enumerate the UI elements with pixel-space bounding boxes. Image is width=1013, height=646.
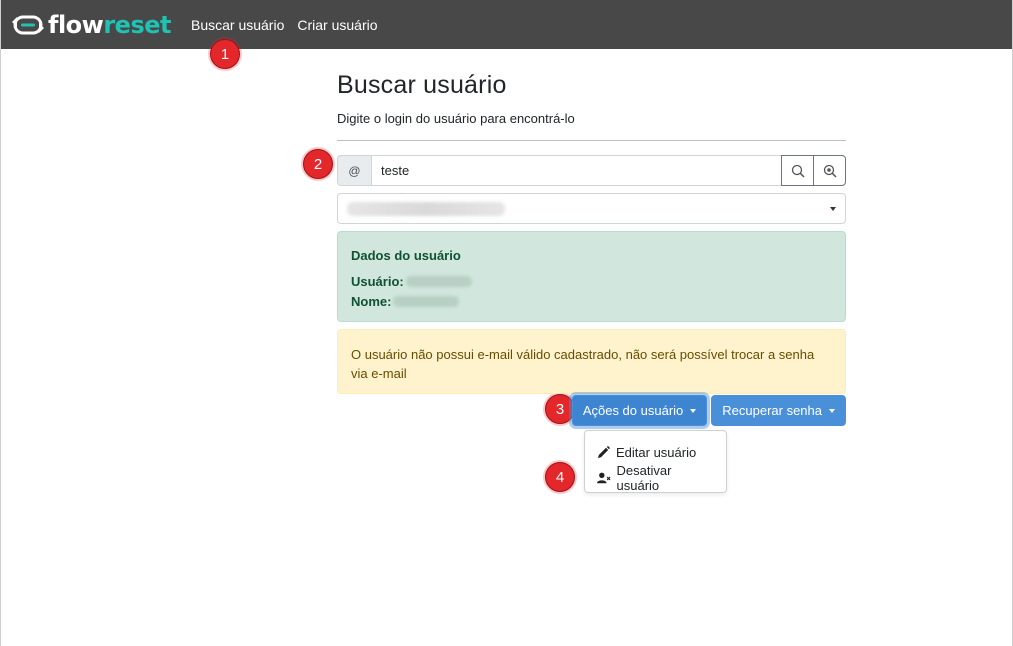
user-actions-label: Ações do usuário — [582, 403, 684, 418]
page-subtitle: Digite o login do usuário para encontrá-… — [337, 111, 575, 126]
step-marker-4: 4 — [545, 462, 575, 492]
user-field: Usuário: — [351, 274, 832, 289]
email-warning: O usuário não possui e-mail válido cadas… — [337, 329, 846, 394]
redacted-select-value — [347, 201, 505, 216]
user-remove-icon — [597, 472, 611, 484]
nav-link-criar-usuario[interactable]: Criar usuário — [297, 17, 377, 33]
step-marker-1: 1 — [210, 39, 240, 69]
name-field: Nome: — [351, 294, 832, 309]
action-buttons: Ações do usuário Recuperar senha — [571, 395, 846, 426]
main-content: Buscar usuário Digite o login do usuário… — [337, 49, 846, 493]
nav-link-buscar-usuario[interactable]: Buscar usuário — [191, 17, 284, 33]
pencil-icon — [598, 445, 610, 458]
name-label: Nome: — [351, 294, 392, 309]
redacted-username — [405, 276, 472, 287]
recover-password-label: Recuperar senha — [722, 403, 822, 418]
navbar: flowreset Buscar usuário Criar usuário — [1, 0, 1012, 49]
step-marker-2: 2 — [303, 149, 333, 179]
chevron-down-icon — [690, 408, 697, 413]
logo[interactable]: flowreset — [12, 0, 171, 49]
user-actions-button[interactable]: Ações do usuário — [571, 395, 708, 426]
search-input[interactable] — [371, 155, 782, 186]
user-actions-menu: Editar usuário Desativar usuário — [584, 430, 727, 493]
menu-item-label: Editar usuário — [616, 444, 697, 460]
at-prefix: @ — [337, 155, 371, 186]
user-label: Usuário: — [351, 274, 404, 289]
divider — [337, 140, 846, 141]
menu-item-deactivate-user[interactable]: Desativar usuário — [585, 463, 726, 493]
user-data-title: Dados do usuário — [351, 248, 461, 263]
page-title: Buscar usuário — [337, 71, 507, 99]
search-button[interactable] — [781, 155, 814, 186]
menu-item-label: Desativar usuário — [616, 463, 672, 493]
redacted-name — [393, 296, 460, 307]
step-marker-3: 3 — [545, 394, 575, 424]
user-data-card: Dados do usuário Usuário: Nome: — [337, 231, 846, 322]
user-select[interactable] — [337, 193, 846, 224]
advanced-search-button[interactable] — [813, 155, 846, 186]
menu-item-edit-user[interactable]: Editar usuário — [585, 439, 726, 465]
flowreset-logo-icon — [12, 15, 44, 34]
search-icon — [791, 164, 805, 178]
search-input-group: @ — [337, 155, 846, 186]
chevron-down-icon — [830, 206, 836, 211]
zoom-search-icon — [823, 164, 837, 178]
chevron-down-icon — [829, 408, 835, 413]
logo-text: flowreset — [48, 10, 171, 39]
recover-password-button[interactable]: Recuperar senha — [711, 395, 846, 426]
